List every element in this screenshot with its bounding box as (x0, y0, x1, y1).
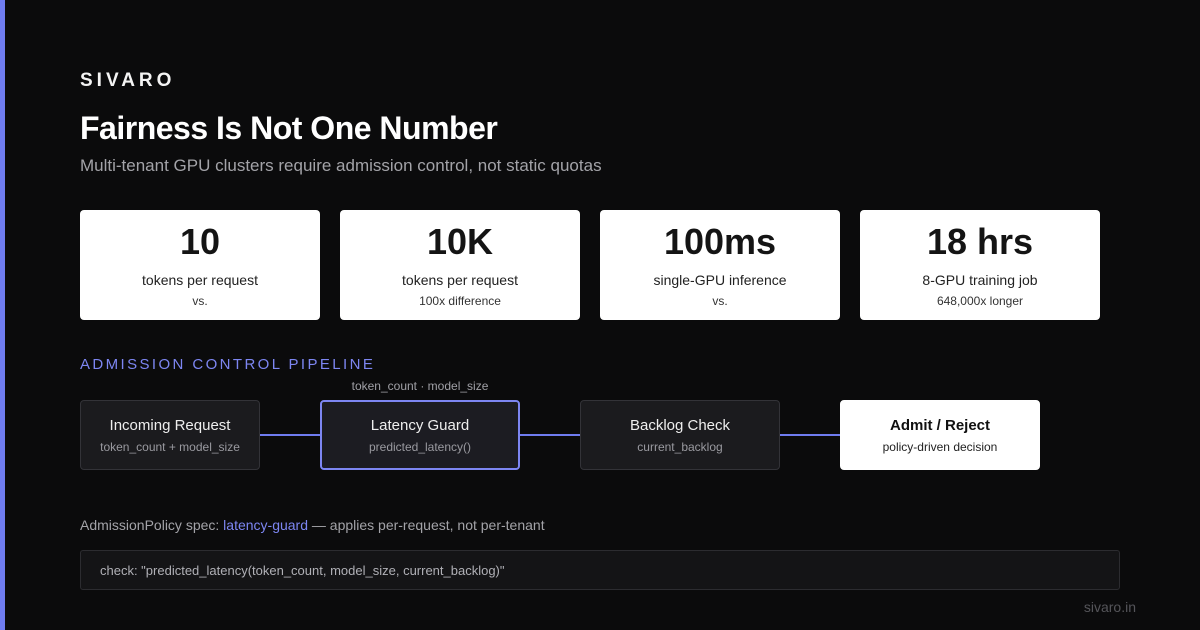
node-title: Incoming Request (109, 416, 231, 434)
stat-note: 100x difference (419, 294, 501, 308)
pipeline-connector (520, 434, 580, 436)
spec-suffix: — applies per-request, not per-tenant (308, 517, 545, 533)
pipeline-input-note: token_count · model_size (351, 379, 489, 393)
pipeline-connector (260, 434, 320, 436)
stat-label: tokens per request (402, 272, 518, 288)
policy-spec-line: AdmissionPolicy spec: latency-guard — ap… (80, 517, 545, 533)
pipeline-node-backlog-check: Backlog Check current_backlog (580, 400, 780, 470)
node-title: Latency Guard (370, 416, 470, 434)
section-label: ADMISSION CONTROL PIPELINE (80, 356, 376, 373)
stat-label: 8-GPU training job (922, 272, 1038, 288)
pipeline-node-admit-reject: Admit / Reject policy-driven decision (840, 400, 1040, 470)
page-subtitle: Multi-tenant GPU clusters require admiss… (80, 156, 602, 175)
spec-prefix: AdmissionPolicy spec: (80, 517, 224, 533)
stats-row: 10 tokens per request vs. 10K tokens per… (80, 210, 1100, 320)
stat-value: 18 hrs (926, 221, 1034, 262)
footer-url: sivaro.in (1083, 599, 1136, 615)
node-title: Admit / Reject (889, 416, 991, 434)
stat-note: 648,000x longer (936, 294, 1024, 308)
code-block: check: "predicted_latency(token_count, m… (80, 550, 1120, 590)
stat-card: 18 hrs 8-GPU training job 648,000x longe… (860, 210, 1100, 320)
accent-bar (0, 0, 5, 630)
pipeline-connector (780, 434, 840, 436)
brand-logo: SIVARO (80, 70, 176, 91)
stat-label: single-GPU inference (653, 272, 787, 288)
pipeline-diagram: Incoming Request token_count + model_siz… (80, 400, 1040, 470)
node-subtitle: token_count + model_size (100, 439, 240, 454)
pipeline-node-incoming-request: Incoming Request token_count + model_siz… (80, 400, 260, 470)
stat-value: 10 (179, 221, 221, 262)
code-text: check: "predicted_latency(token_count, m… (100, 562, 505, 578)
stat-value: 10K (426, 221, 494, 262)
stat-label: tokens per request (142, 272, 258, 288)
stat-note: vs. (712, 294, 728, 308)
stat-card: 10K tokens per request 100x difference (340, 210, 580, 320)
node-subtitle: current_backlog (637, 439, 723, 454)
page-title: Fairness Is Not One Number (80, 110, 498, 146)
stat-value: 100ms (663, 221, 777, 262)
stat-card: 100ms single-GPU inference vs. (600, 210, 840, 320)
node-subtitle: policy-driven decision (882, 439, 998, 454)
node-title: Backlog Check (629, 416, 731, 434)
node-subtitle: predicted_latency() (368, 439, 472, 454)
pipeline-node-latency-guard: Latency Guard predicted_latency() (320, 400, 520, 470)
slide: SIVARO Fairness Is Not One Number Multi-… (0, 0, 1200, 630)
spec-policy-name: latency-guard (223, 517, 308, 533)
stat-note: vs. (192, 294, 208, 308)
stat-card: 10 tokens per request vs. (80, 210, 320, 320)
